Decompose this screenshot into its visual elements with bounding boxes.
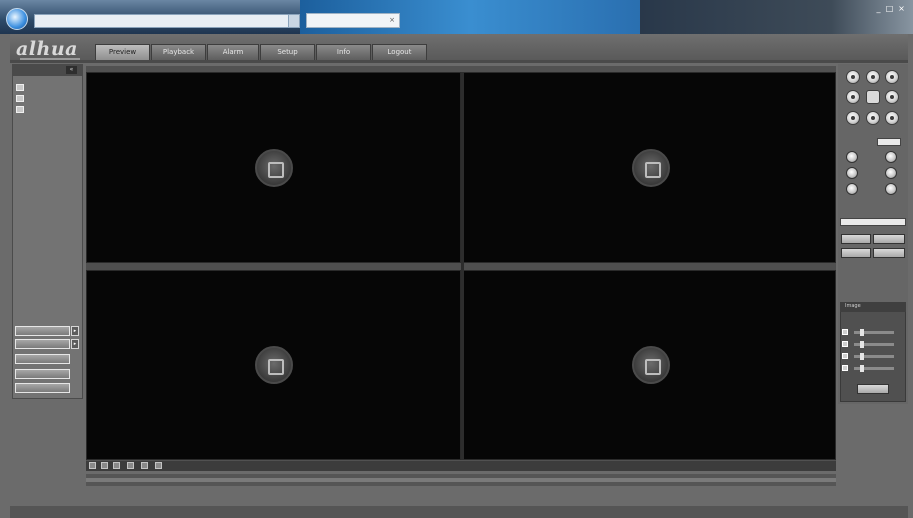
tab-alarm[interactable]: Alarm [207, 44, 259, 60]
address-bar[interactable] [34, 14, 298, 28]
contrast-slider[interactable] [842, 340, 906, 349]
left-action-dropdown-icon[interactable]: ▸ [71, 326, 79, 336]
bottom-strip-track [86, 478, 836, 482]
zoom-out-icon[interactable] [846, 151, 858, 163]
left-action-button-3[interactable] [15, 354, 70, 364]
left-action-button-1[interactable] [15, 326, 70, 336]
camera-channel-icon [16, 106, 24, 113]
nav-divider [10, 60, 908, 63]
tab-logout[interactable]: Logout [372, 44, 427, 60]
layout-1-icon[interactable] [89, 462, 96, 469]
tab-playback[interactable]: Playback [151, 44, 206, 60]
image-reset-button[interactable] [857, 384, 889, 394]
saturation-slider[interactable] [842, 352, 906, 361]
ptz-goto-button[interactable] [841, 234, 871, 244]
maximize-button[interactable]: □ [885, 4, 894, 13]
layout-4-icon[interactable] [101, 462, 108, 469]
hue-slider[interactable] [842, 364, 906, 373]
left-action-button-5[interactable] [15, 383, 70, 393]
ptz-set-button[interactable] [873, 234, 905, 244]
iris-close-icon[interactable] [846, 183, 858, 195]
no-video-camera-icon [255, 346, 293, 384]
ptz-right-icon[interactable] [885, 90, 899, 104]
slider-knob[interactable] [860, 341, 864, 348]
desktop-wallpaper-right [640, 0, 913, 34]
ptz-speed-select[interactable] [877, 138, 901, 146]
tab-close-icon[interactable]: × [388, 16, 396, 24]
ptz-down-icon[interactable] [866, 111, 880, 125]
collapse-icon[interactable]: « [66, 66, 77, 74]
video-toolbar [86, 461, 836, 471]
left-action-button-4[interactable] [15, 369, 70, 379]
slider-knob[interactable] [860, 329, 864, 336]
tab-setup[interactable]: Setup [260, 44, 315, 60]
brightness-icon [842, 329, 848, 335]
left-action-dropdown-icon[interactable]: ▸ [71, 339, 79, 349]
ptz-up-right-icon[interactable] [885, 70, 899, 84]
no-video-camera-icon [632, 346, 670, 384]
no-video-camera-icon [255, 149, 293, 187]
saturation-icon [842, 353, 848, 359]
iris-open-icon[interactable] [885, 183, 897, 195]
close-window-button[interactable]: × [897, 4, 906, 13]
address-dropdown-button[interactable] [288, 14, 300, 28]
minimize-button[interactable]: _ [874, 4, 883, 13]
image-adjust-title: Image [845, 303, 861, 309]
no-video-camera-icon [632, 149, 670, 187]
layout-16-icon[interactable] [127, 462, 134, 469]
ptz-center-icon[interactable] [866, 90, 880, 104]
camera-channel-icon [16, 95, 24, 102]
slider-knob[interactable] [860, 353, 864, 360]
browser-tab[interactable] [306, 13, 400, 28]
brand-logo: alhua [16, 38, 78, 60]
ptz-down-right-icon[interactable] [885, 111, 899, 125]
contrast-icon [842, 341, 848, 347]
brightness-slider[interactable] [842, 328, 906, 337]
ptz-start-button[interactable] [841, 248, 871, 258]
zoom-in-icon[interactable] [885, 151, 897, 163]
preset-select[interactable] [840, 218, 906, 226]
slider-knob[interactable] [860, 365, 864, 372]
focus-far-icon[interactable] [885, 167, 897, 179]
browser-logo-icon[interactable] [6, 8, 28, 30]
tab-info[interactable]: Info [316, 44, 371, 60]
ptz-stop-button[interactable] [873, 248, 905, 258]
status-bar [10, 506, 908, 518]
layout-9-icon[interactable] [113, 462, 120, 469]
video-column-divider [461, 72, 464, 460]
stream-icon[interactable] [155, 462, 162, 469]
hue-icon [842, 365, 848, 371]
fullscreen-icon[interactable] [141, 462, 148, 469]
ptz-left-icon[interactable] [846, 90, 860, 104]
camera-channel-icon [16, 84, 24, 91]
ptz-down-left-icon[interactable] [846, 111, 860, 125]
left-action-button-2[interactable] [15, 339, 70, 349]
ptz-up-icon[interactable] [866, 70, 880, 84]
tab-preview[interactable]: Preview [95, 44, 150, 60]
ptz-up-left-icon[interactable] [846, 70, 860, 84]
focus-near-icon[interactable] [846, 167, 858, 179]
